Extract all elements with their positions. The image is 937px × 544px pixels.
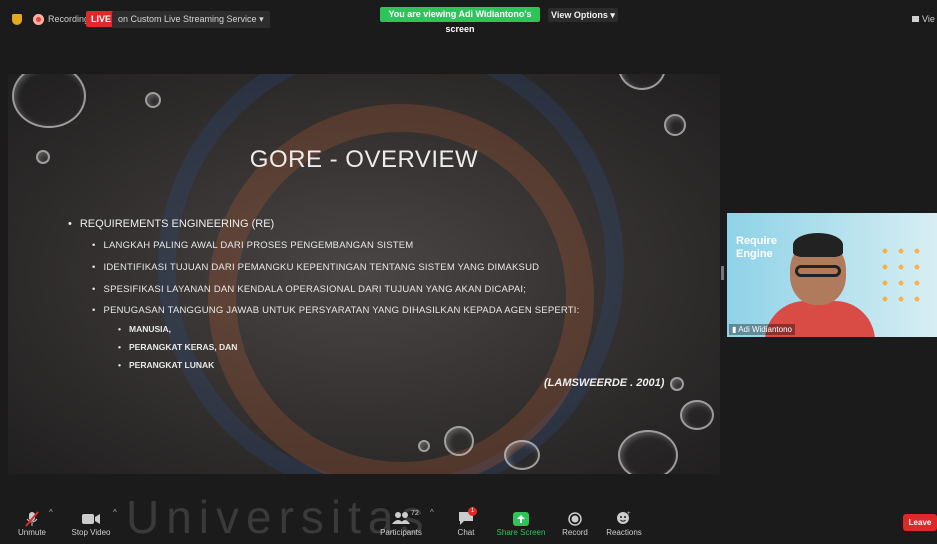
participants-button[interactable]: 72 Participants	[371, 502, 431, 537]
virtual-background-text-line: Require	[736, 235, 777, 247]
water-drop-decor	[145, 92, 161, 108]
virtual-background-text-line: Engine	[736, 248, 773, 260]
virtual-background-text: Require Engine	[736, 235, 777, 261]
svg-text:+: +	[627, 511, 631, 517]
share-screen-button[interactable]: Share Screen	[491, 502, 551, 537]
stop-video-label: Stop Video	[71, 528, 111, 537]
recording-label: Recording	[48, 14, 90, 24]
chat-button[interactable]: 1 Chat	[436, 502, 496, 537]
participant-name: Adi Widiantono	[738, 325, 792, 334]
unmute-label: Unmute	[17, 528, 46, 537]
live-stream-dropdown[interactable]: on Custom Live Streaming Service ▾	[112, 11, 270, 28]
unmute-button[interactable]: Unmute	[2, 502, 62, 537]
reactions-smiley-icon: +	[617, 511, 631, 524]
water-drop-decor	[618, 430, 678, 474]
slide-title: GORE - OVERVIEW	[249, 146, 479, 173]
signal-bars-icon: ▮	[732, 325, 737, 334]
participant-video-tile[interactable]: Require Engine ▮ Adi Widiantono	[727, 213, 937, 337]
meeting-top-bar: Recording LIVE on Custom Live Streaming …	[0, 0, 937, 38]
view-options-label: View Options	[551, 10, 608, 20]
participants-count: 72	[411, 510, 419, 517]
grid-icon	[912, 16, 919, 22]
water-drop-decor	[504, 440, 540, 470]
chat-unread-badge: 1	[468, 507, 477, 516]
slide-citation: (LAMSWEERDE . 2001)	[544, 377, 665, 389]
slide-sub-sub-bullet: PERANGKAT LUNAK	[118, 360, 214, 370]
chevron-down-icon: ▾	[259, 14, 264, 24]
participants-options-chevron-icon[interactable]: ^	[430, 508, 434, 517]
chat-label: Chat	[457, 528, 475, 537]
meeting-toolbar: Unmute ^ Stop Video ^ 72 Participants ^ …	[0, 502, 937, 538]
share-screen-label: Share Screen	[496, 528, 546, 537]
video-options-chevron-icon[interactable]: ^	[113, 508, 117, 517]
water-drop-decor	[680, 400, 714, 430]
view-layout-label: Vie	[922, 14, 935, 24]
water-drop-decor	[618, 74, 666, 90]
participants-label: Participants	[380, 528, 422, 537]
slide-sub-bullet: IDENTIFIKASI TUJUAN DARI PEMANGKU KEPENT…	[92, 262, 539, 273]
share-screen-icon	[513, 512, 529, 526]
participant-glasses	[795, 265, 841, 277]
slide-sub-sub-bullet: PERANGKAT KERAS, DAN	[118, 342, 237, 352]
participants-icon	[392, 512, 410, 524]
slide-sub-bullet: LANGKAH PALING AWAL DARI PROSES PENGEMBA…	[92, 240, 414, 251]
background-illustration	[877, 243, 927, 303]
security-shield-icon[interactable]	[12, 14, 22, 25]
view-options-button[interactable]: View Options ▾	[548, 8, 618, 22]
microphone-muted-icon	[25, 511, 39, 527]
water-drop-decor	[12, 74, 86, 128]
shared-screen-slide: GORE - OVERVIEW REQUIREMENTS ENGINEERING…	[8, 74, 720, 474]
splitter-handle[interactable]	[721, 266, 724, 280]
audio-options-chevron-icon[interactable]: ^	[49, 508, 53, 517]
reactions-button[interactable]: + Reactions	[594, 502, 654, 537]
slide-bullet-main: REQUIREMENTS ENGINEERING (RE)	[68, 218, 274, 230]
slide-sub-sub-bullet: MANUSIA,	[118, 324, 171, 334]
leave-button[interactable]: Leave	[903, 514, 937, 531]
video-camera-icon	[82, 514, 100, 524]
slide-sub-bullet: PENUGASAN TANGGUNG JAWAB UNTUK PERSYARAT…	[92, 305, 580, 316]
slide-sub-bullet: SPESIFIKASI LAYANAN DAN KENDALA OPERASIO…	[92, 284, 526, 295]
live-stream-label: on Custom Live Streaming Service	[118, 14, 257, 24]
water-drop-decor	[670, 377, 684, 391]
stop-video-button[interactable]: Stop Video	[61, 502, 121, 537]
recording-icon	[33, 14, 44, 25]
participant-hair	[793, 233, 843, 257]
participant-name-label: ▮ Adi Widiantono	[729, 324, 795, 335]
viewing-screen-banner: You are viewing Adi Widiantono's screen	[380, 7, 540, 34]
reactions-label: Reactions	[606, 528, 642, 537]
water-drop-decor	[664, 114, 686, 136]
record-icon	[568, 512, 582, 526]
view-layout-button[interactable]: Vie	[912, 14, 935, 24]
water-drop-decor	[444, 426, 474, 456]
water-drop-decor	[418, 440, 430, 452]
chevron-down-icon: ▾	[610, 10, 615, 20]
